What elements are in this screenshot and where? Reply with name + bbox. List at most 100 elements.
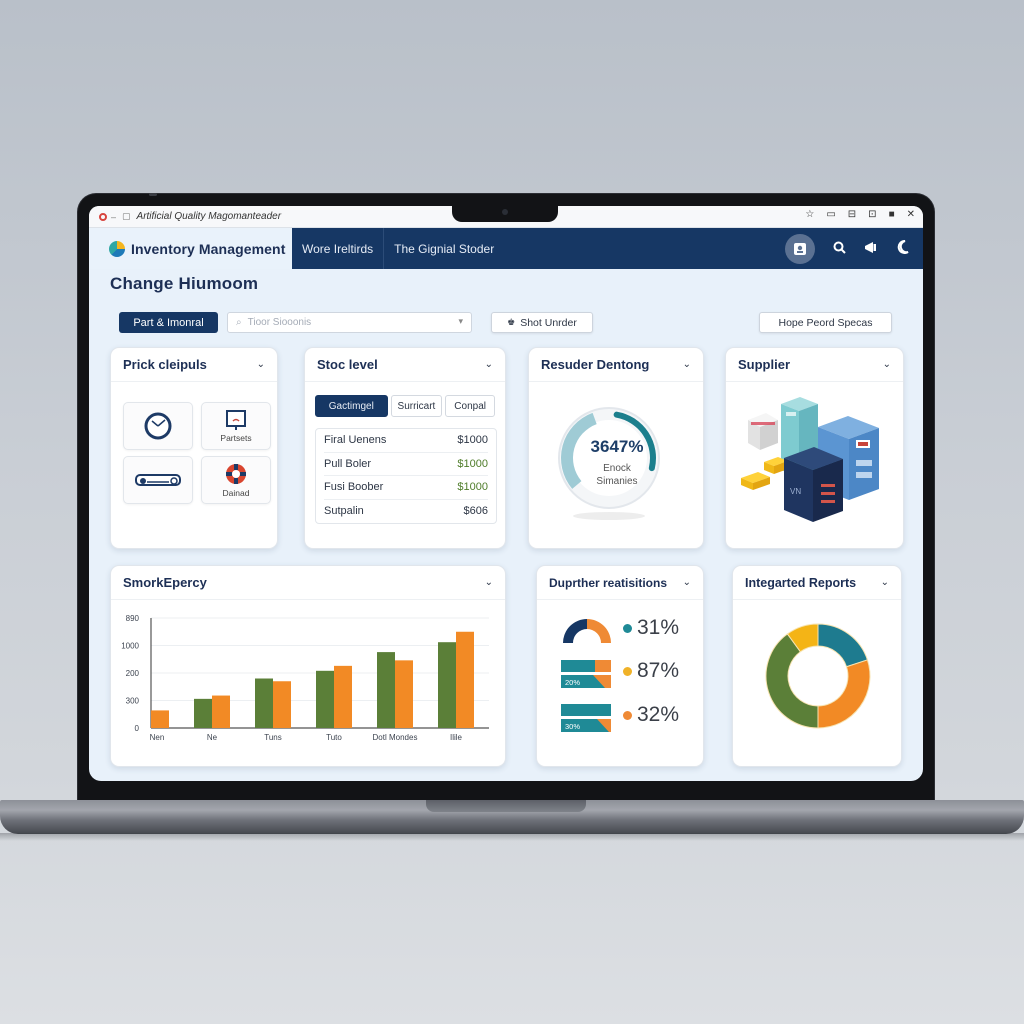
chevron-down-icon[interactable]: ⌄: [683, 577, 691, 588]
extension-icon[interactable]: ⊡: [868, 209, 876, 220]
brand[interactable]: Inventory Management: [89, 228, 292, 269]
stacked-bar-icon-2: 30%: [561, 704, 611, 732]
search-placeholder: Tioor Siooonis: [247, 317, 312, 328]
browser-controls: ☆ ▭ ⊟ ⊡ ■ ✕: [805, 209, 915, 220]
chevron-down-icon[interactable]: ⌄: [683, 359, 691, 370]
chevron-down-icon[interactable]: ▾: [458, 316, 463, 327]
x-tick-label: Tuns: [264, 733, 282, 742]
star-icon[interactable]: ☆: [805, 209, 814, 220]
truck-icon: [135, 474, 181, 486]
dash-icon: –: [111, 211, 117, 222]
sort-icon: ♚: [507, 317, 516, 327]
screen: – ▢ Artificial Quality Magomanteader ☆ ▭…: [89, 206, 923, 781]
brand-name: Inventory Management: [131, 240, 286, 257]
card-header: Supplier ⌄: [726, 348, 903, 382]
stock-item-name: Sutpalin: [324, 505, 364, 518]
card-title: Stoc level: [317, 357, 378, 372]
camera-notch: [452, 205, 558, 222]
bar-series-b: [273, 681, 291, 728]
nav-item-1[interactable]: The Gignial Stoder: [384, 228, 504, 269]
app-header: Inventory Management Wore Ireltirds The …: [89, 228, 923, 269]
navbar: Wore Ireltirds The Gignial Stoder: [292, 228, 923, 269]
card-header: Prick cleipuls ⌄: [111, 348, 277, 382]
search-icon: ⌕: [236, 317, 242, 328]
bar-label: 20%: [565, 678, 580, 687]
right-action-button[interactable]: Hope Peord Specas: [759, 312, 892, 333]
close-icon[interactable]: ✕: [907, 209, 915, 220]
card-header: Stoc level ⌄: [305, 348, 505, 382]
profile-icon[interactable]: [785, 233, 815, 264]
card-title: SmorkEpercy: [123, 575, 207, 590]
y-tick-label: 300: [126, 697, 140, 706]
stock-row[interactable]: Sutpalin $606: [324, 500, 488, 524]
card-title: Integarted Reports: [745, 575, 857, 590]
bar-chart: 0 300 200 1000 890 Nen Ne Tuns Tuto Dotl Mondes Il…: [121, 614, 489, 742]
quick-tiles: Partsets Dainad: [111, 382, 277, 504]
donut-slice-orange: [817, 659, 871, 729]
card-header: Duprther reatisitions ⌄: [537, 566, 703, 600]
stock-row[interactable]: Firal Uenens $1000: [324, 429, 488, 453]
half-donut-icon: [563, 619, 611, 643]
stock-item-value: $606: [463, 505, 488, 518]
record-icon[interactable]: [99, 212, 107, 221]
nav-item-0[interactable]: Wore Ireltirds: [292, 228, 385, 269]
donut-slice-green: [765, 633, 819, 729]
reorder-card: Resuder Dentong ⌄ 3647% Enock Simanies: [528, 347, 704, 549]
stock-tabs: Gactimgel Surricart Conpal: [305, 382, 505, 417]
reader-icon[interactable]: ▭: [826, 209, 835, 220]
bar-series-a: [316, 670, 334, 728]
card-title: Prick cleipuls: [123, 357, 207, 372]
bar-series-b: [212, 695, 230, 728]
gauge-value: 3647%: [590, 437, 644, 456]
distribution-card: Duprther reatisitions ⌄ 20% 30% 31% 87% …: [536, 565, 704, 767]
tab-1[interactable]: Surricart: [390, 395, 443, 417]
y-tick-label: 890: [126, 614, 140, 623]
tile-clock[interactable]: [123, 402, 193, 450]
chevron-down-icon[interactable]: ⌄: [485, 577, 493, 588]
chevron-down-icon[interactable]: ⌄: [485, 359, 493, 370]
x-tick-label: Dotl Mondes: [373, 733, 418, 742]
chevron-down-icon[interactable]: ⌄: [883, 359, 891, 370]
lifebuoy-icon: [226, 464, 246, 484]
primary-button[interactable]: Part & Imonral: [119, 312, 218, 333]
tile-truck[interactable]: [123, 456, 193, 504]
moon-icon[interactable]: [895, 240, 911, 257]
tab-0[interactable]: Gactimgel: [315, 395, 388, 417]
stock-row[interactable]: Pull Boler $1000: [324, 453, 488, 476]
bar-series-b: [456, 631, 474, 728]
svg-text:VN: VN: [790, 487, 801, 496]
laptop-shadow: [0, 833, 1024, 841]
search-input[interactable]: ⌕ Tioor Siooonis ▾: [227, 312, 472, 333]
tile-label: Dainad: [222, 488, 250, 498]
stock-row[interactable]: Fusi Boober $1000: [324, 476, 488, 500]
stock-table: Firal Uenens $1000 Pull Boler $1000 Fusi Boo…: [315, 428, 497, 524]
chevron-down-icon[interactable]: ⌄: [881, 577, 889, 588]
distribution-item: 31%: [623, 616, 679, 640]
distribution-value: 31%: [637, 616, 680, 639]
brand-logo-icon: [109, 240, 125, 257]
sort-button-label: Shot Unrder: [520, 316, 577, 329]
stacked-bar-icon-1: 20%: [561, 660, 611, 688]
search-icon[interactable]: [831, 241, 847, 257]
laptop-opening-notch: [426, 800, 586, 812]
lid-detail: [149, 193, 157, 196]
tab-icon[interactable]: ⊟: [848, 209, 856, 220]
minimize-icon[interactable]: ■: [889, 209, 895, 220]
bar-series-a: [255, 678, 273, 728]
bar-series-a: [194, 698, 212, 728]
card-title: Resuder Dentong: [541, 357, 650, 372]
tile-reports[interactable]: Partsets: [201, 402, 271, 450]
sort-button[interactable]: ♚ Shot Unrder: [491, 312, 593, 333]
page-title: Change Hiumoom: [110, 274, 259, 293]
legend-dot: [623, 623, 632, 633]
card-header: Resuder Dentong ⌄: [529, 348, 703, 382]
stock-item-value: $1000: [457, 481, 488, 494]
bar-series-a: [377, 652, 395, 728]
tab-2[interactable]: Conpal: [445, 395, 495, 417]
legend-dot: [623, 666, 632, 676]
gauge-label-line2: Simanies: [596, 476, 638, 487]
announcement-icon[interactable]: [863, 241, 879, 257]
chevron-down-icon[interactable]: ⌄: [257, 359, 265, 370]
tile-support[interactable]: Dainad: [201, 456, 271, 504]
distribution-item: 32%: [623, 703, 679, 727]
